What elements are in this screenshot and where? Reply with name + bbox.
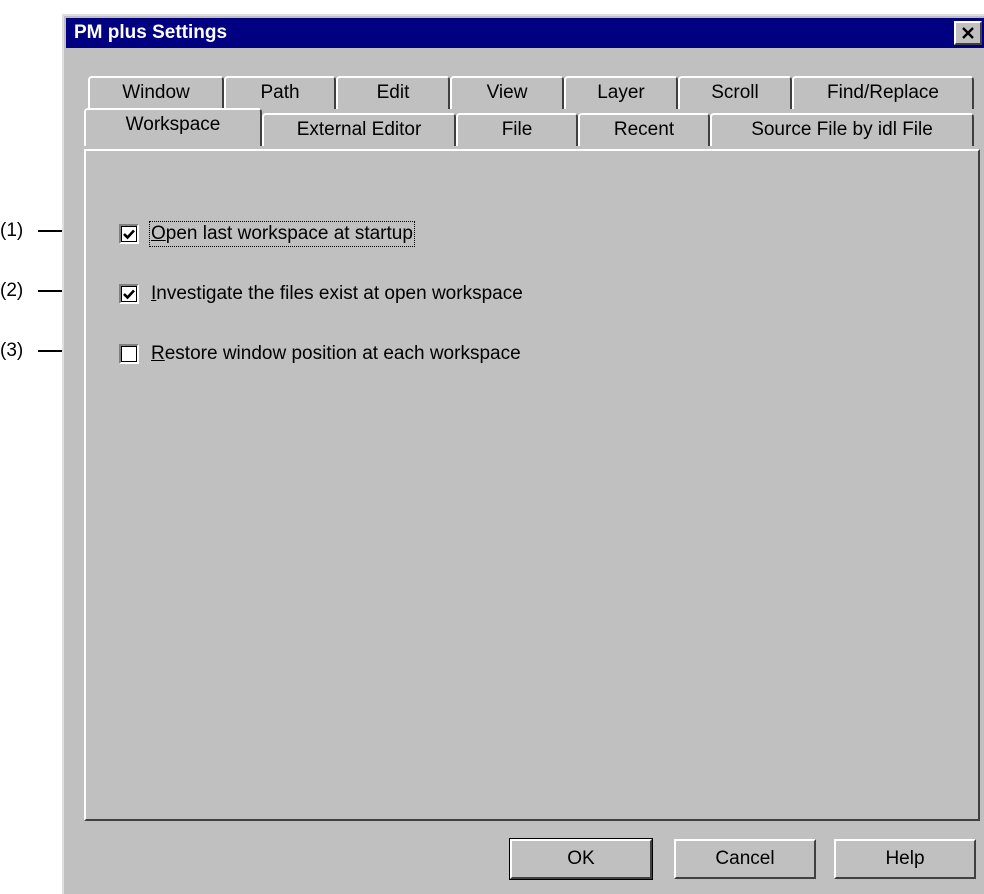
tab-find-replace[interactable]: Find/Replace — [792, 76, 974, 109]
help-button[interactable]: Help — [834, 839, 976, 879]
callout-label-2: (2) — [0, 280, 24, 301]
restore-window-position-checkbox[interactable] — [119, 344, 139, 364]
restore-window-position-label: Restore window position at each workspac… — [151, 343, 521, 364]
close-icon — [962, 27, 974, 39]
investigate-files-label: Investigate the files exist at open work… — [151, 283, 523, 304]
checkmark-icon — [123, 229, 135, 239]
tab-workspace[interactable]: Workspace — [84, 108, 262, 146]
tab-scroll[interactable]: Scroll — [678, 76, 792, 109]
close-button[interactable] — [954, 21, 982, 45]
open-last-workspace-label: Open last workspace at startup — [149, 221, 415, 247]
option-open-last-workspace[interactable]: Open last workspace at startup — [119, 221, 415, 247]
cancel-button[interactable]: Cancel — [674, 839, 816, 879]
tab-source-file-by-idl-file[interactable]: Source File by idl File — [710, 113, 974, 146]
title-bar[interactable]: PM plus Settings — [66, 18, 984, 48]
tab-external-editor[interactable]: External Editor — [262, 113, 456, 146]
settings-dialog: PM plus Settings Window Path Edit View L… — [62, 14, 984, 894]
open-last-workspace-checkbox[interactable] — [119, 224, 139, 244]
option-restore-window-position[interactable]: Restore window position at each workspac… — [119, 343, 521, 365]
workspace-tab-panel: Open last workspace at startup Investiga… — [84, 149, 980, 821]
tab-recent[interactable]: Recent — [578, 113, 710, 146]
tab-window[interactable]: Window — [88, 76, 224, 109]
dialog-title: PM plus Settings — [74, 22, 228, 43]
ok-button[interactable]: OK — [509, 838, 653, 880]
investigate-files-checkbox[interactable] — [119, 284, 139, 304]
option-investigate-files[interactable]: Investigate the files exist at open work… — [119, 283, 523, 305]
callout-label-3: (3) — [0, 340, 24, 361]
tab-file[interactable]: File — [456, 113, 578, 146]
tab-view[interactable]: View — [450, 76, 564, 109]
callout-label-1: (1) — [0, 220, 24, 241]
tab-layer[interactable]: Layer — [564, 76, 678, 109]
checkmark-icon — [123, 289, 135, 299]
tab-edit[interactable]: Edit — [336, 76, 450, 109]
tab-path[interactable]: Path — [224, 76, 336, 109]
